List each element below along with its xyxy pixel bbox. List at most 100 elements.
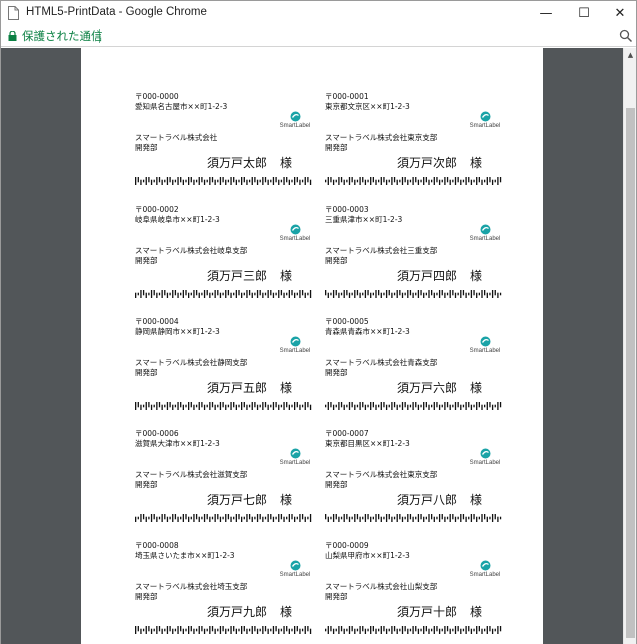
address-line: 山梨県甲府市××町1-2-3 [325, 551, 410, 560]
smartlabel-logo: SmartLabel [275, 336, 315, 358]
close-icon: ✕ [614, 5, 626, 21]
logo-text: SmartLabel [279, 460, 311, 466]
smartlabel-logo-icon [480, 224, 491, 235]
smartlabel-logo-icon [480, 111, 491, 122]
address-label: 〒000-0002 岐阜県岐阜市××町1-2-3 SmartLabel スマートラベル… [135, 204, 315, 312]
logo-text: SmartLabel [469, 572, 501, 578]
address-divider [99, 29, 100, 43]
customer-barcode [135, 514, 312, 522]
vertical-scrollbar[interactable]: ▲ [623, 48, 636, 644]
smartlabel-logo-icon [290, 336, 301, 347]
smartlabel-logo: SmartLabel [275, 224, 315, 246]
address-label: 〒000-0008 埼玉県さいたま市××町1-2-3 SmartLabel スマートラ… [135, 540, 315, 644]
address-line: 三重県津市××町1-2-3 [325, 215, 403, 224]
honorific: 様 [280, 493, 293, 507]
smartlabel-logo-icon [480, 448, 491, 459]
address-bar[interactable]: 保護された通信 [1, 25, 636, 47]
zoom-icon[interactable] [619, 29, 633, 43]
customer-barcode [325, 626, 502, 634]
smartlabel-logo-icon [290, 111, 301, 122]
recipient-name: 須万戸十郎 [397, 605, 458, 619]
logo-text: SmartLabel [469, 236, 501, 242]
recipient-name: 須万戸九郎 [207, 605, 268, 619]
department: 開発部 [325, 143, 348, 152]
smartlabel-logo-icon [480, 560, 491, 571]
recipient-name: 須万戸次郎 [397, 156, 458, 170]
recipient-name: 須万戸三郎 [207, 269, 268, 283]
smartlabel-logo-icon [480, 336, 491, 347]
scroll-up-icon[interactable]: ▲ [624, 48, 637, 62]
customer-barcode [135, 402, 312, 410]
page-icon [8, 6, 19, 20]
customer-barcode [135, 177, 312, 185]
print-page: 〒000-0000 愛知県名古屋市××町1-2-3 SmartLabel スマートラベ… [81, 48, 543, 644]
customer-barcode [135, 626, 312, 634]
customer-barcode [325, 177, 502, 185]
address-label: 〒000-0007 東京都目黒区××町1-2-3 SmartLabel スマートラベル… [325, 428, 505, 536]
address-label: 〒000-0005 青森県青森市××町1-2-3 SmartLabel スマートラベル… [325, 316, 505, 424]
address-line: 埼玉県さいたま市××町1-2-3 [135, 551, 235, 560]
honorific: 様 [470, 156, 483, 170]
honorific: 様 [280, 381, 293, 395]
logo-text: SmartLabel [279, 236, 311, 242]
department: 開発部 [135, 480, 158, 489]
address-label: 〒000-0001 東京都文京区××町1-2-3 SmartLabel スマートラベル… [325, 91, 505, 199]
customer-barcode [135, 290, 312, 298]
department: 開発部 [325, 256, 348, 265]
smartlabel-logo: SmartLabel [465, 224, 505, 246]
scroll-thumb[interactable] [626, 108, 635, 638]
recipient-name: 須万戸七郎 [207, 493, 268, 507]
department: 開発部 [135, 368, 158, 377]
address-label: 〒000-0004 静岡県静岡市××町1-2-3 SmartLabel スマートラベル… [135, 316, 315, 424]
logo-text: SmartLabel [279, 348, 311, 354]
honorific: 様 [470, 381, 483, 395]
minimize-button[interactable]: — [527, 1, 565, 25]
honorific: 様 [280, 605, 293, 619]
logo-text: SmartLabel [279, 123, 311, 129]
lock-icon [8, 31, 17, 41]
customer-barcode [325, 402, 502, 410]
logo-text: SmartLabel [469, 460, 501, 466]
maximize-icon: ☐ [578, 5, 590, 21]
close-button[interactable]: ✕ [601, 1, 637, 25]
department: 開発部 [325, 480, 348, 489]
department: 開発部 [135, 256, 158, 265]
customer-barcode [325, 514, 502, 522]
address-label: 〒000-0000 愛知県名古屋市××町1-2-3 SmartLabel スマートラベ… [135, 91, 315, 199]
smartlabel-logo: SmartLabel [275, 111, 315, 133]
address-line: 東京都文京区××町1-2-3 [325, 102, 410, 111]
address-line: 東京都目黒区××町1-2-3 [325, 439, 410, 448]
smartlabel-logo: SmartLabel [465, 560, 505, 582]
department: 開発部 [135, 143, 158, 152]
department: 開発部 [325, 368, 348, 377]
address-line: 青森県青森市××町1-2-3 [325, 327, 410, 336]
maximize-button[interactable]: ☐ [565, 1, 603, 25]
smartlabel-logo: SmartLabel [465, 448, 505, 470]
print-preview-viewer[interactable]: 〒000-0000 愛知県名古屋市××町1-2-3 SmartLabel スマートラベ… [1, 48, 623, 644]
smartlabel-logo-icon [290, 448, 301, 459]
title-bar[interactable]: HTML5-PrintData - Google Chrome — ☐ ✕ [1, 1, 636, 25]
smartlabel-logo-icon [290, 560, 301, 571]
logo-text: SmartLabel [469, 123, 501, 129]
recipient-name: 須万戸五郎 [207, 381, 268, 395]
customer-barcode [325, 290, 502, 298]
address-line: 滋賀県大津市××町1-2-3 [135, 439, 220, 448]
smartlabel-logo: SmartLabel [275, 448, 315, 470]
secure-connection-label[interactable]: 保護された通信 [22, 28, 103, 44]
recipient-name: 須万戸四郎 [397, 269, 458, 283]
smartlabel-logo-icon [290, 224, 301, 235]
address-label: 〒000-0006 滋賀県大津市××町1-2-3 SmartLabel スマートラベル… [135, 428, 315, 536]
smartlabel-logo: SmartLabel [465, 336, 505, 358]
window-title: HTML5-PrintData - Google Chrome [26, 6, 207, 18]
honorific: 様 [280, 269, 293, 283]
honorific: 様 [280, 156, 293, 170]
recipient-name: 須万戸六郎 [397, 381, 458, 395]
address-line: 岐阜県岐阜市××町1-2-3 [135, 215, 220, 224]
address-label: 〒000-0009 山梨県甲府市××町1-2-3 SmartLabel スマートラベル… [325, 540, 505, 644]
minimize-icon: — [539, 5, 553, 21]
honorific: 様 [470, 493, 483, 507]
honorific: 様 [470, 605, 483, 619]
address-line: 愛知県名古屋市××町1-2-3 [135, 102, 228, 111]
browser-window: HTML5-PrintData - Google Chrome — ☐ ✕ 保護… [0, 0, 637, 644]
smartlabel-logo: SmartLabel [465, 111, 505, 133]
